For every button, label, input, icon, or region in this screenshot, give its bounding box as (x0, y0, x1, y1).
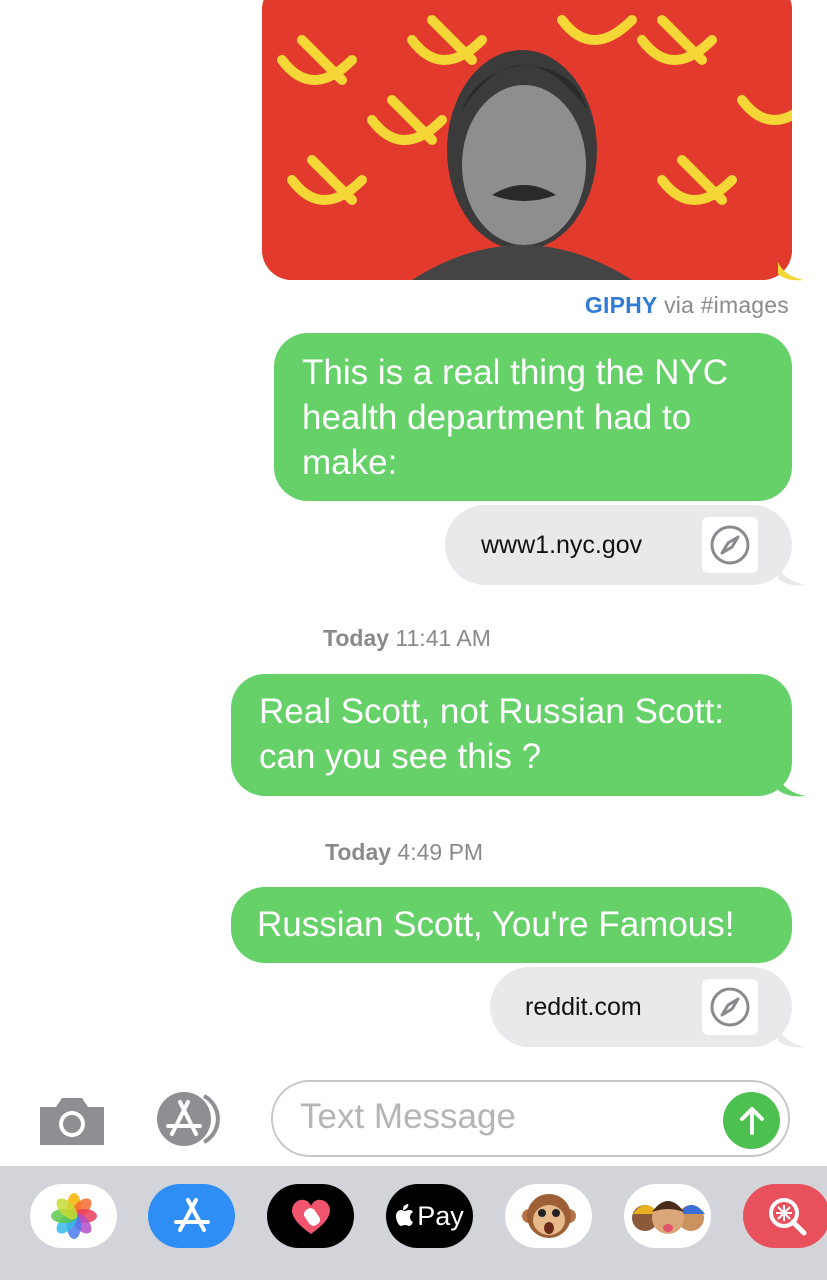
link-preview[interactable]: www1.nyc.gov (445, 505, 792, 585)
sent-message[interactable]: Russian Scott, You're Famous! (231, 887, 792, 963)
images-search-icon[interactable] (743, 1184, 827, 1248)
link-preview[interactable]: reddit.com (490, 967, 792, 1047)
timestamp-day: Today (323, 625, 390, 651)
safari-compass-icon (702, 979, 758, 1035)
app-store-icon[interactable] (152, 1090, 236, 1148)
timestamp: Today 4:49 PM (325, 839, 483, 866)
timestamp-day: Today (325, 839, 392, 865)
arrow-up-icon (739, 1106, 764, 1135)
camera-icon[interactable] (36, 1093, 108, 1147)
sent-message[interactable]: Real Scott, not Russian Scott: can you s… (231, 674, 792, 796)
memoji-icon[interactable] (624, 1184, 711, 1248)
link-domain: www1.nyc.gov (481, 531, 643, 559)
giphy-brand: GIPHY (584, 292, 658, 318)
timestamp-time: 4:49 PM (397, 839, 484, 865)
message-input-placeholder: Text Message (300, 1097, 516, 1136)
animoji-monkey-icon[interactable] (505, 1184, 592, 1248)
message-text: This is a real thing the NYC health depa… (302, 353, 729, 482)
bubble-tail (778, 565, 806, 586)
giphy-suffix: via #images (664, 292, 789, 318)
safari-compass-icon (702, 517, 758, 573)
sent-message[interactable]: This is a real thing the NYC health depa… (274, 333, 792, 501)
bubble-tail (778, 262, 804, 281)
send-button[interactable] (723, 1092, 780, 1149)
message-text: Real Scott, not Russian Scott: can you s… (259, 692, 724, 776)
apple-pay-icon[interactable]: Pay (386, 1184, 473, 1248)
photos-icon[interactable] (30, 1184, 117, 1248)
apple-pay-label: Pay (417, 1200, 464, 1231)
digital-touch-icon[interactable] (267, 1184, 354, 1248)
bubble-tail (778, 776, 806, 797)
link-domain: reddit.com (525, 993, 642, 1021)
timestamp-time: 11:41 AM (395, 625, 491, 651)
gif-image[interactable] (262, 0, 792, 280)
gif-source-label: GIPHY via #images (585, 292, 789, 319)
timestamp: Today 11:41 AM (323, 625, 491, 652)
app-store-icon[interactable] (148, 1184, 235, 1248)
message-text: Russian Scott, You're Famous! (257, 905, 735, 944)
bubble-tail (778, 1027, 806, 1048)
